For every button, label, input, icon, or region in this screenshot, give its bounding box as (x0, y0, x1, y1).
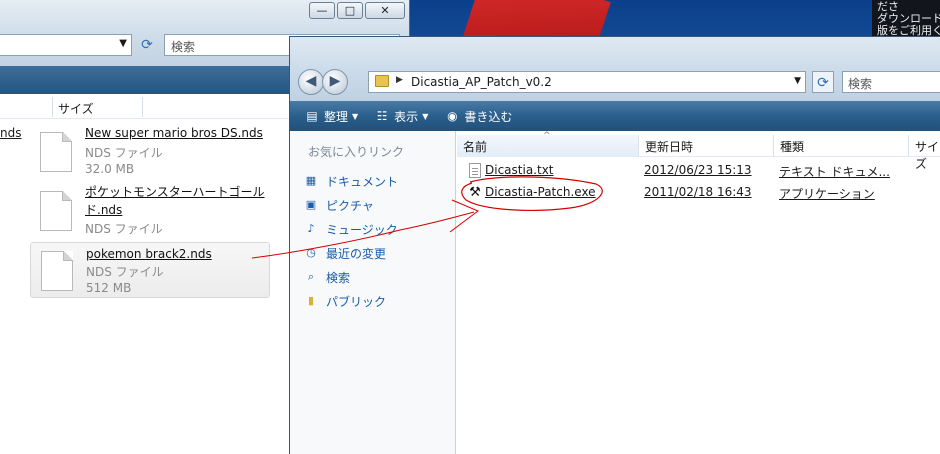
address-dropdown-icon[interactable]: ▼ (119, 38, 127, 49)
view-icon: ☷ (376, 109, 388, 123)
column-size[interactable]: サイズ (909, 135, 940, 171)
close-button[interactable]: ✕ (365, 2, 405, 19)
desktop-notice: ださ ダウンロード 版をご利用く (872, 0, 940, 36)
column-header: ^ 名前 更新日時 種類 サイズ (457, 131, 940, 171)
search-icon: ⌕ (307, 270, 315, 283)
file-name: ポケットモンスターハートゴールド.nds (85, 185, 265, 217)
nav-item-public[interactable]: ▮ パブリック (304, 289, 398, 313)
favorite-links-title: お気に入りリンク (308, 145, 405, 159)
file-name: Dicastia-Patch.exe (485, 185, 596, 199)
nav-item-documents[interactable]: ▦ ドキュメント (304, 169, 398, 193)
nav-item-recent[interactable]: ◷ 最近の変更 (304, 241, 398, 265)
column-type[interactable]: 種類 (774, 135, 909, 157)
organize-icon: ▤ (306, 109, 318, 123)
command-toolbar: ▤ 整理 ▼ ☷ 表示 ▼ ◉ 書き込む (290, 101, 940, 131)
search-input[interactable]: 検索 (842, 71, 940, 93)
folder-icon: ▮ (307, 294, 315, 307)
address-path[interactable]: Dicastia_AP_Patch_v0.2 (411, 75, 552, 89)
file-list-area[interactable]: ^ 名前 更新日時 種類 サイズ Dicastia.txt 2012/06/23… (457, 131, 940, 454)
file-tile-selected[interactable]: pokemon brack2.nds NDS ファイル 512 MB (30, 242, 270, 298)
navigation-pane: お気に入りリンク ▦ ドキュメント ▣ ピクチャ ♪ ミュージック ◷ 最近の変… (290, 131, 456, 454)
nav-item-music[interactable]: ♪ ミュージック (304, 217, 398, 241)
file-name: pokemon brack2.nds (86, 247, 212, 261)
folder-icon (375, 75, 389, 87)
column-separator[interactable] (52, 97, 53, 117)
forward-arrow-icon[interactable]: ▶ (322, 69, 348, 95)
file-name: New super mario bros DS.nds (85, 126, 263, 140)
address-bar[interactable]: ▶ Dicastia_AP_Patch_v0.2 ▼ (368, 71, 806, 93)
nds-file-icon (40, 191, 72, 231)
file-type: アプリケーション (779, 187, 875, 201)
column-name[interactable]: ^ 名前 (457, 131, 639, 157)
disc-icon: ◉ (447, 109, 458, 123)
partial-file-item[interactable]: nds (0, 126, 21, 140)
recent-icon: ◷ (306, 246, 316, 259)
refresh-icon[interactable]: ⟳ (136, 34, 158, 56)
breadcrumb-chevron-icon[interactable]: ▶ (396, 75, 403, 85)
column-separator[interactable] (142, 97, 143, 117)
refresh-icon[interactable]: ⟳ (812, 71, 834, 93)
music-icon: ♪ (307, 222, 315, 235)
file-type: NDS ファイル (85, 146, 163, 160)
file-size: 32.0 MB (85, 162, 135, 176)
burn-button[interactable]: ◉ 書き込む (444, 108, 512, 125)
minimize-button[interactable]: — (309, 2, 335, 19)
back-caption-buttons: — □ ✕ (309, 2, 405, 19)
favorite-links-list: ▦ ドキュメント ▣ ピクチャ ♪ ミュージック ◷ 最近の変更 ⌕ 検索 ▮ … (304, 169, 398, 313)
file-modified: 2012/06/23 15:13 (644, 163, 752, 177)
address-dropdown-icon[interactable]: ▼ (794, 76, 801, 86)
view-button[interactable]: ☷ 表示 ▼ (374, 108, 429, 125)
back-address-bar[interactable]: ▼ (0, 34, 132, 56)
organize-button[interactable]: ▤ 整理 ▼ (304, 108, 358, 125)
pictures-icon: ▣ (305, 198, 317, 211)
file-type: テキスト ドキュメ... (779, 165, 890, 179)
sort-ascending-icon: ^ (543, 131, 551, 141)
front-explorer-window[interactable]: ◀ ▶ ▶ Dicastia_AP_Patch_v0.2 ▼ ⟳ 検索 ▤ 整理… (289, 36, 940, 454)
chevron-down-icon: ▼ (352, 111, 359, 121)
back-arrow-icon[interactable]: ◀ (298, 69, 324, 95)
column-size[interactable]: サイズ (58, 100, 94, 117)
text-file-icon (469, 163, 481, 178)
documents-icon: ▦ (305, 174, 317, 187)
maximize-button[interactable]: □ (337, 2, 363, 19)
navigation-buttons: ◀ ▶ (298, 69, 348, 95)
file-type: NDS ファイル (85, 222, 163, 236)
file-row[interactable]: Dicastia.txt 2012/06/23 15:13 テキスト ドキュメ.… (457, 161, 940, 181)
column-modified[interactable]: 更新日時 (639, 135, 774, 157)
file-tile[interactable]: New super mario bros DS.nds NDS ファイル 32.… (30, 124, 270, 180)
nds-file-icon (40, 132, 72, 172)
chevron-down-icon: ▼ (422, 111, 429, 121)
file-modified: 2011/02/18 16:43 (644, 185, 752, 199)
file-row[interactable]: ⚒ Dicastia-Patch.exe 2011/02/18 16:43 アプ… (457, 183, 940, 203)
nav-item-search[interactable]: ⌕ 検索 (304, 265, 398, 289)
file-name: Dicastia.txt (485, 163, 554, 177)
application-icon: ⚒ (469, 185, 481, 200)
nds-file-icon (41, 251, 73, 291)
file-tile[interactable]: ポケットモンスターハートゴールド.nds NDS ファイル (30, 183, 270, 239)
nav-item-pictures[interactable]: ▣ ピクチャ (304, 193, 398, 217)
file-type: NDS ファイル (86, 265, 164, 279)
file-size: 512 MB (86, 281, 132, 295)
